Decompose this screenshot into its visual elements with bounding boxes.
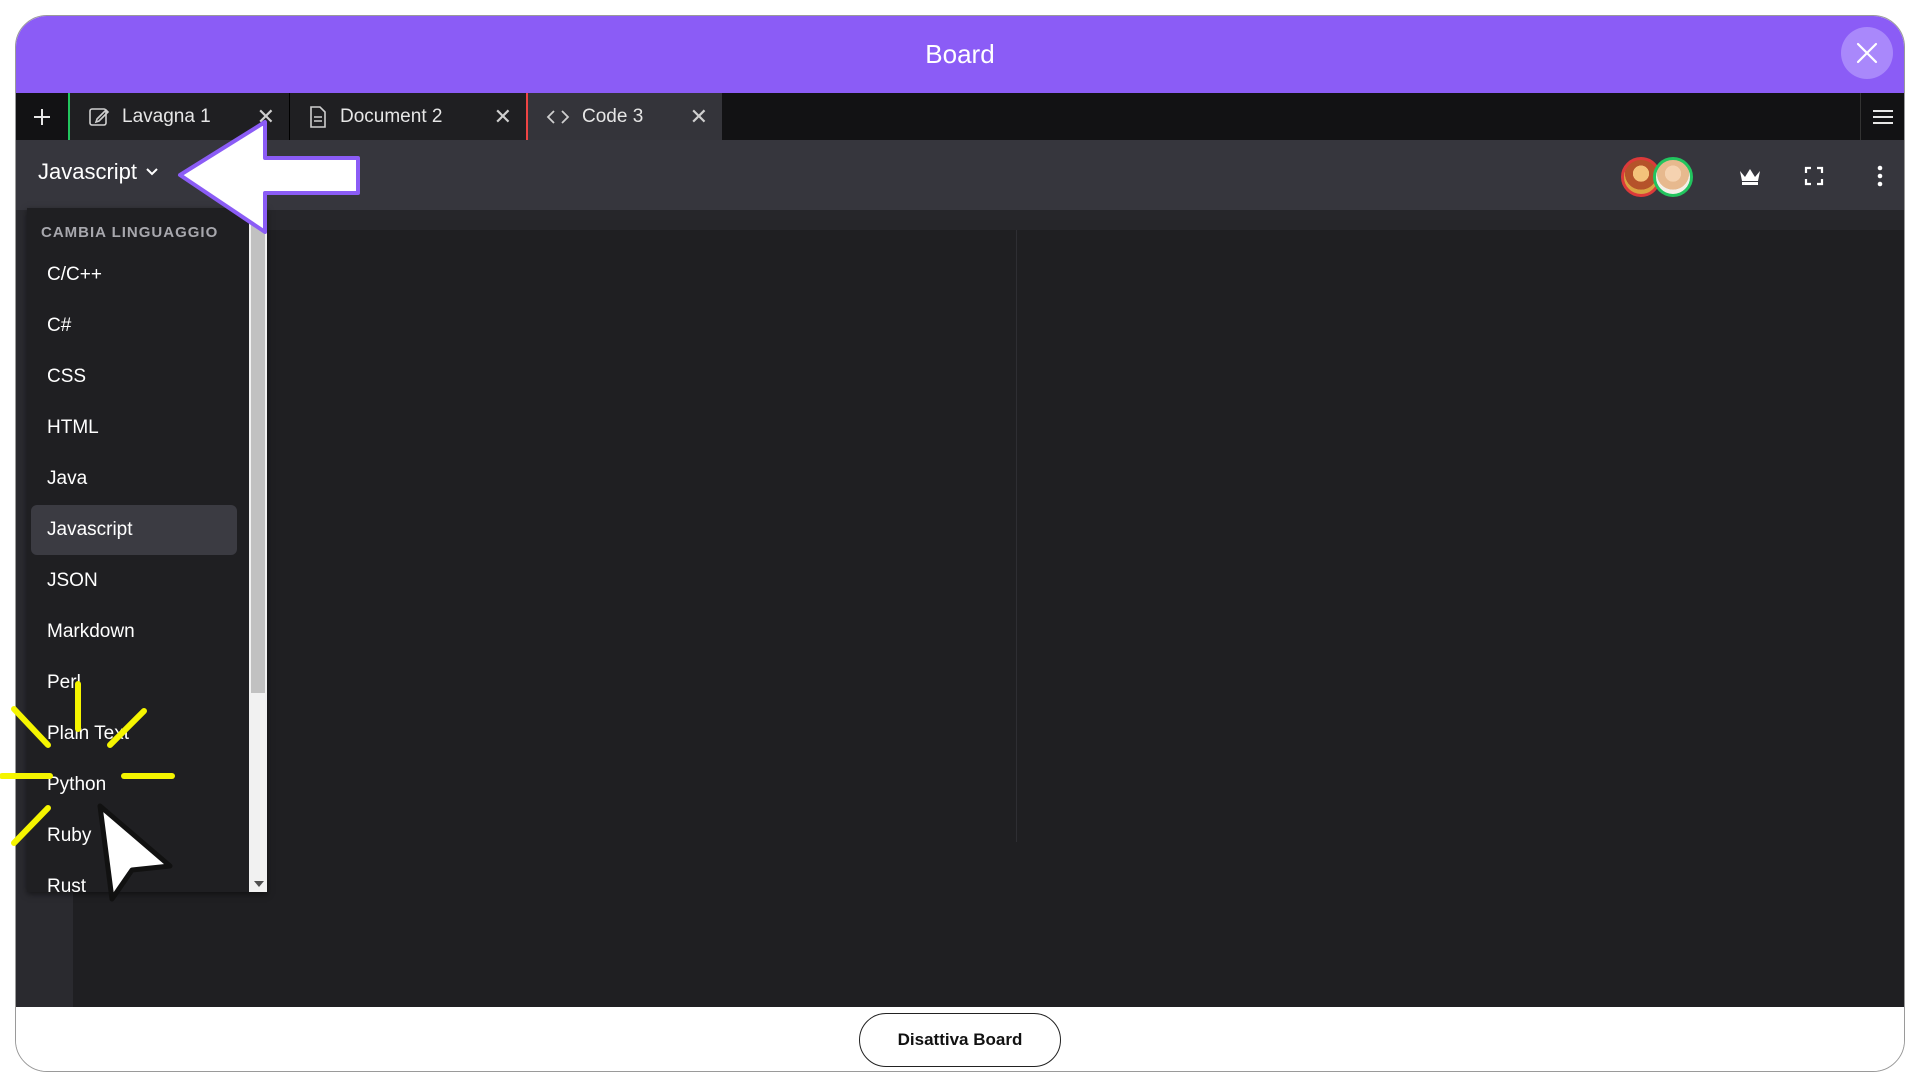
collaborators[interactable] <box>1621 157 1695 197</box>
tab-bar: Lavagna 1 ✕ Document 2 ✕ Code 3 ✕ <box>16 93 1904 140</box>
dropdown-scrollbar[interactable] <box>249 208 267 892</box>
language-option-ruby[interactable]: Ruby <box>31 811 237 861</box>
language-option-markdown[interactable]: Markdown <box>31 607 237 657</box>
tab-lavagna[interactable]: Lavagna 1 ✕ <box>70 93 290 140</box>
tab-code[interactable]: Code 3 ✕ <box>528 93 722 140</box>
crown-icon <box>1740 169 1760 185</box>
title-bar: Board <box>16 16 1904 93</box>
language-select-label: Javascript <box>38 159 138 184</box>
tab-bar-spacer <box>722 93 1860 140</box>
language-option-html[interactable]: HTML <box>31 403 237 453</box>
code-icon <box>546 109 570 124</box>
board-modal: Board Lavagna 1 ✕ Document 2 ✕ Code 3 ✕ <box>15 15 1905 1072</box>
tab-close-icon[interactable]: ✕ <box>257 104 275 130</box>
dropdown-header: CAMBIA LINGUAGGIO <box>41 224 219 241</box>
tab-close-icon[interactable]: ✕ <box>494 104 512 130</box>
language-list: C/C++ C# CSS HTML Java Javascript JSON M… <box>31 250 237 913</box>
chevron-down-icon <box>146 168 158 176</box>
edit-icon <box>89 107 110 126</box>
tab-label: Document 2 <box>340 105 443 127</box>
language-option-python[interactable]: Python <box>31 760 237 810</box>
window-title: Board <box>925 39 995 69</box>
close-icon <box>1856 42 1878 64</box>
footer: Disattiva Board <box>16 1007 1904 1071</box>
language-option-c-cpp[interactable]: C/C++ <box>31 250 237 300</box>
language-option-java[interactable]: Java <box>31 454 237 504</box>
plus-icon <box>34 108 50 125</box>
tab-label: Code 3 <box>582 105 644 127</box>
language-option-csharp[interactable]: C# <box>31 301 237 351</box>
tab-label: Lavagna 1 <box>122 105 211 127</box>
language-option-javascript[interactable]: Javascript <box>31 505 237 555</box>
language-option-json[interactable]: JSON <box>31 556 237 606</box>
language-option-perl[interactable]: Perl <box>31 658 237 708</box>
kebab-menu-icon <box>1877 165 1883 187</box>
language-select[interactable]: Javascript <box>38 159 159 185</box>
language-option-css[interactable]: CSS <box>31 352 237 402</box>
document-icon <box>310 105 326 128</box>
tab-close-icon[interactable]: ✕ <box>690 104 708 130</box>
editor-toolbar: Javascript <box>16 140 1904 210</box>
hamburger-icon <box>1872 109 1893 124</box>
editor-header-strip <box>73 210 1904 230</box>
language-dropdown: CAMBIA LINGUAGGIO C/C++ C# CSS HTML Java… <box>27 208 267 897</box>
more-options-button[interactable] <box>1866 162 1894 190</box>
add-tab-button[interactable] <box>16 93 70 140</box>
menu-button[interactable] <box>1860 93 1904 140</box>
fullscreen-icon <box>1804 166 1824 186</box>
language-option-rust[interactable]: Rust <box>31 862 237 912</box>
crown-button[interactable] <box>1736 162 1764 190</box>
close-button[interactable] <box>1841 27 1893 79</box>
fullscreen-button[interactable] <box>1800 162 1828 190</box>
editor-ruler <box>1016 230 1017 842</box>
language-option-plain-text[interactable]: Plain Text <box>31 709 237 759</box>
scrollbar-thumb[interactable] <box>251 208 265 693</box>
deactivate-board-button[interactable]: Disattiva Board <box>859 1013 1061 1067</box>
scroll-down-arrow-icon[interactable] <box>254 881 264 887</box>
tab-document[interactable]: Document 2 ✕ <box>290 93 528 140</box>
code-editor[interactable] <box>16 210 1904 1007</box>
avatar[interactable] <box>1653 157 1693 197</box>
